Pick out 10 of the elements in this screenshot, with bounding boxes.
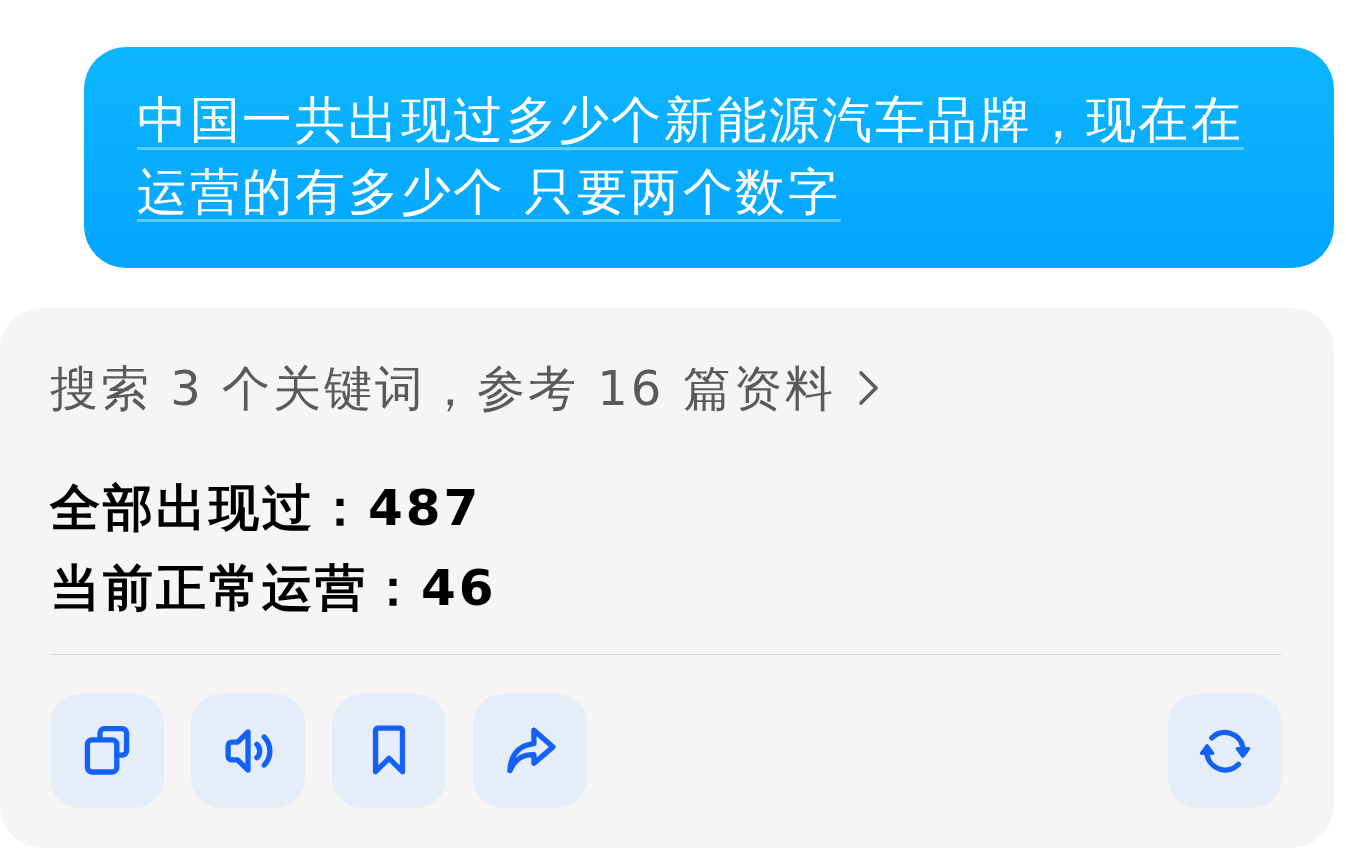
regenerate-button[interactable] <box>1168 694 1282 808</box>
chevron-right-icon <box>857 370 880 406</box>
sources-link[interactable]: 搜索 3 个关键词，参考 16 篇资料 <box>50 358 880 418</box>
answer-line: 全部出现过：487 <box>50 478 483 539</box>
bookmark-button[interactable] <box>332 694 446 808</box>
share-button[interactable] <box>473 694 587 808</box>
answer-line: 当前正常运营：46 <box>50 558 498 619</box>
copy-button[interactable] <box>50 694 164 808</box>
message-text: 中国一共出现过多少个新能源汽车品牌，现在在运营的有多少个 只要两个数字 <box>137 90 1245 223</box>
speak-button[interactable] <box>191 694 305 808</box>
